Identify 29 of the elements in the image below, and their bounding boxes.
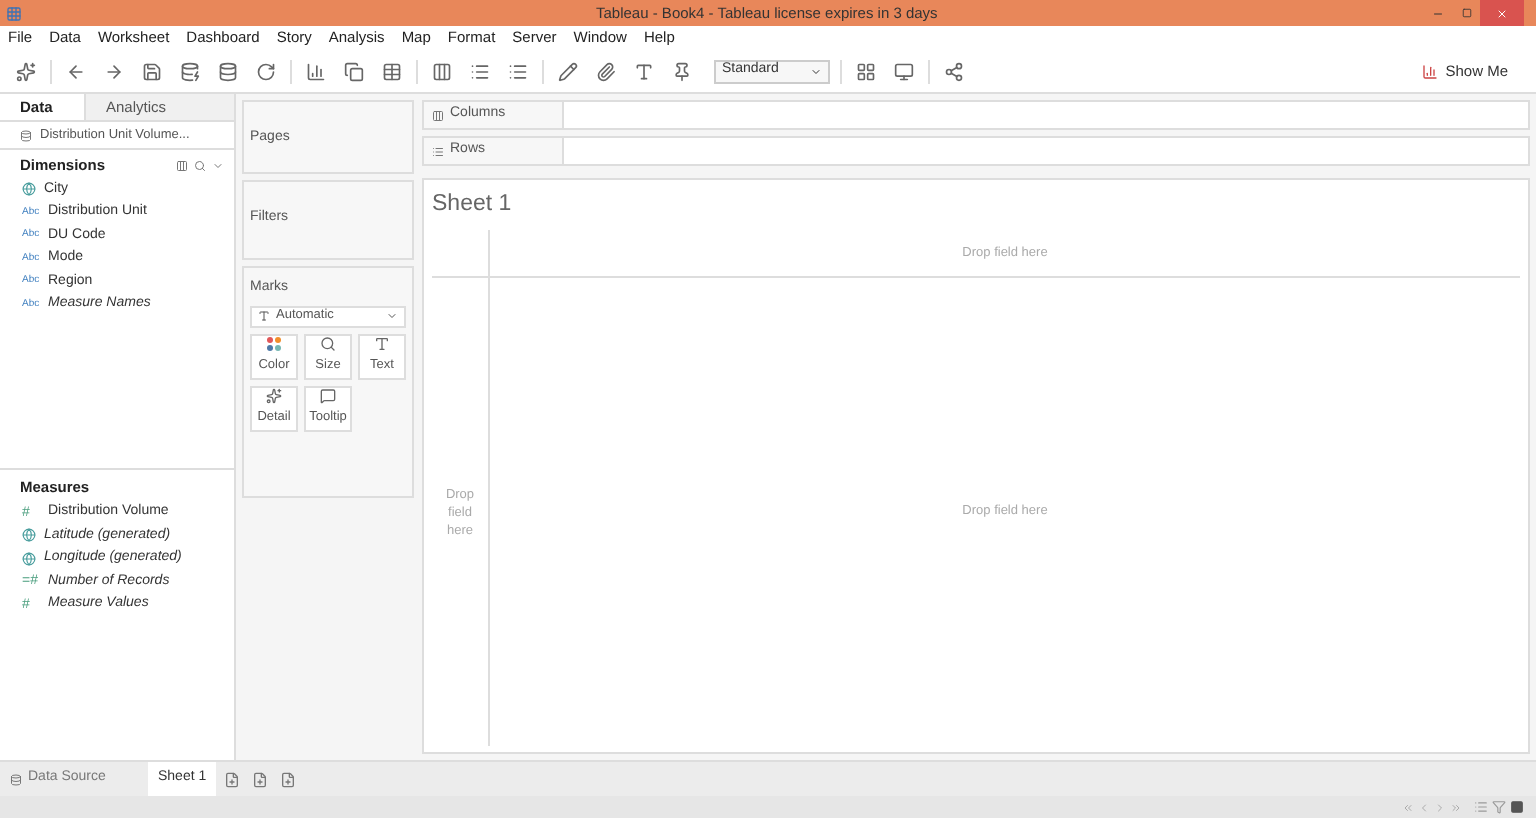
new-dashboard-icon[interactable]	[252, 771, 269, 787]
text-icon	[258, 310, 270, 322]
highlight-icon[interactable]	[554, 57, 582, 85]
app-icon	[6, 5, 22, 21]
tooltip-icon	[320, 388, 336, 405]
caret-icon	[810, 65, 822, 77]
duplicate-icon[interactable]	[340, 57, 368, 85]
chart-icon	[1421, 63, 1438, 79]
globe-icon	[22, 551, 36, 566]
new-data-source-icon[interactable]	[176, 57, 204, 85]
globe-icon	[22, 528, 36, 543]
rows-icon	[432, 145, 444, 157]
color-dots-icon	[266, 336, 282, 353]
close-icon	[1496, 7, 1508, 19]
new-story-icon[interactable]	[280, 771, 297, 787]
maximize-icon	[1461, 8, 1471, 18]
share-icon[interactable]	[940, 57, 968, 85]
text-icon	[374, 336, 390, 353]
database-icon	[20, 129, 32, 141]
size-icon	[320, 336, 336, 353]
search-icon[interactable]	[194, 159, 206, 171]
view-toggle-icon[interactable]	[176, 159, 188, 171]
caret-icon	[386, 310, 398, 322]
database-icon	[10, 773, 22, 785]
globe-icon	[22, 182, 36, 197]
minimize-icon	[1432, 7, 1444, 19]
tabs-view-icon[interactable]	[1510, 800, 1524, 814]
sheet-title: Sheet 1	[432, 190, 514, 220]
columns-icon	[432, 109, 444, 121]
